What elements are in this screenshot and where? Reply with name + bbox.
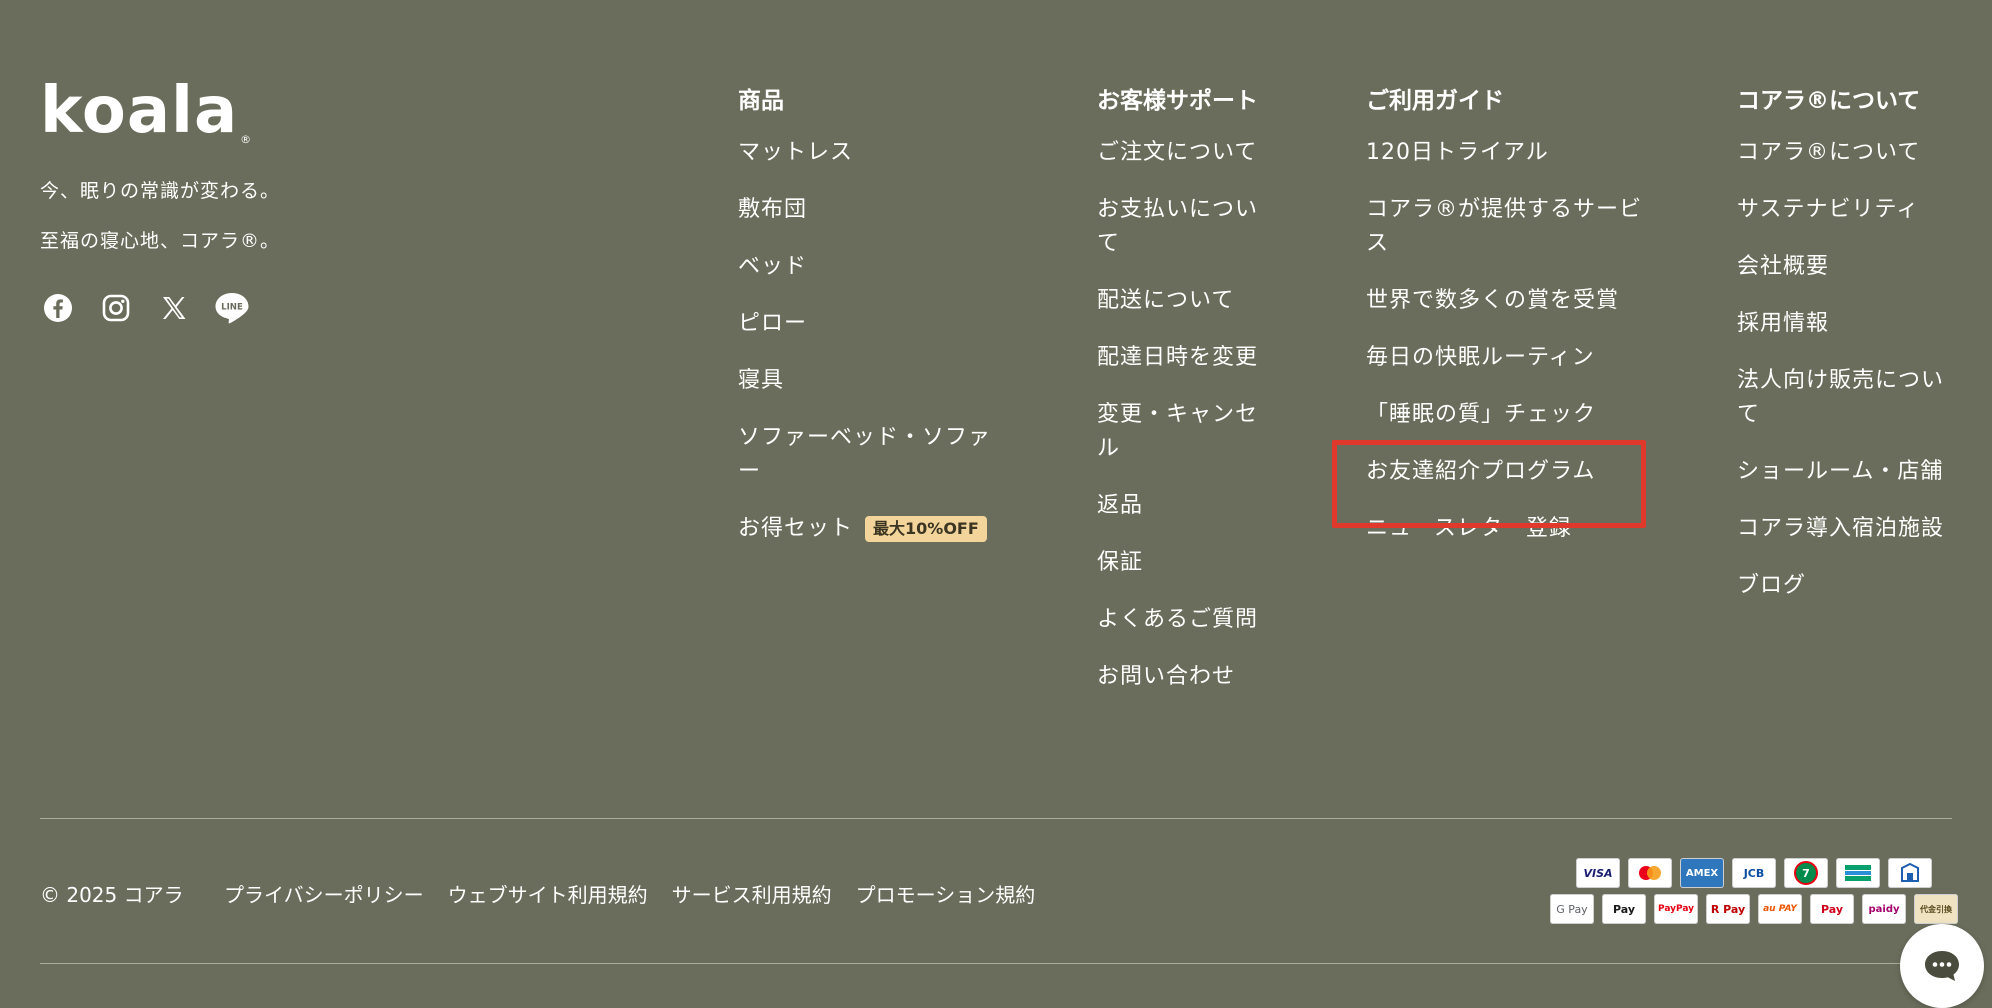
- link-returns[interactable]: 返品: [1097, 489, 1258, 523]
- facebook-icon[interactable]: [40, 290, 76, 326]
- x-icon[interactable]: [156, 290, 192, 326]
- link-payment[interactable]: お支払いについ て: [1097, 193, 1258, 261]
- google-pay-icon: G Pay: [1550, 894, 1594, 924]
- visa-label: VISA: [1583, 866, 1613, 880]
- link-blog[interactable]: ブログ: [1737, 569, 1944, 603]
- paidy-icon: paidy: [1862, 894, 1906, 924]
- link-bedding[interactable]: 寝具: [738, 364, 991, 398]
- link-sofa-bed[interactable]: ソファーベッド・ソファ ー: [738, 421, 991, 489]
- rakuten-pay-icon: R Pay: [1706, 894, 1750, 924]
- discount-badge: 最大10%OFF: [865, 516, 987, 542]
- link-awards[interactable]: 世界で数多くの賞を受賞: [1366, 284, 1642, 318]
- footer-divider-top: [40, 818, 1952, 819]
- mastercard-icon: [1628, 858, 1672, 888]
- column-title-guide: ご利用ガイド: [1366, 88, 1504, 114]
- amex-icon: AMEX: [1680, 858, 1724, 888]
- logo-wordmark: koala: [40, 74, 239, 148]
- tagline-1: 今、眠りの常識が変わる。: [40, 180, 281, 202]
- link-company[interactable]: 会社概要: [1737, 250, 1944, 284]
- seven-eleven-label: 7: [1794, 861, 1818, 885]
- jcb-label: JCB: [1743, 866, 1765, 880]
- cash-on-delivery-label: 代金引換: [1920, 904, 1952, 914]
- link-120-day-trial[interactable]: 120日トライアル: [1366, 136, 1642, 170]
- svg-text:LINE: LINE: [221, 303, 243, 313]
- footer-column-about: コアラ®について コアラ®について サステナビリティ 会社概要 採用情報 法人向…: [1737, 86, 1944, 626]
- link-change-delivery-date[interactable]: 配達日時を変更: [1097, 341, 1258, 375]
- copyright: © 2025 コアラ: [40, 883, 184, 907]
- column-title-about: コアラ®について: [1737, 88, 1921, 114]
- au-pay-icon: au PAY: [1758, 894, 1802, 924]
- chat-button[interactable]: [1900, 924, 1984, 1008]
- au-pay-label: au PAY: [1763, 904, 1797, 914]
- payment-methods-row-1: VISA AMEX JCB 7: [1576, 858, 1932, 888]
- apple-pay-icon: Pay: [1602, 894, 1646, 924]
- instagram-icon[interactable]: [98, 290, 134, 326]
- link-bed[interactable]: ベッド: [738, 250, 991, 284]
- line-icon[interactable]: LINE: [214, 290, 250, 326]
- link-bundle-set[interactable]: お得セット 最大10%OFF: [738, 512, 991, 546]
- link-services[interactable]: コアラ®が提供するサービ ス: [1366, 193, 1642, 261]
- link-hotels[interactable]: コアラ導入宿泊施設: [1737, 512, 1944, 546]
- merpay-label: Pay: [1820, 902, 1844, 916]
- link-contact[interactable]: お問い合わせ: [1097, 660, 1258, 694]
- bank-transfer-icon: [1836, 858, 1880, 888]
- footer-column-support: お客様サポート ご注文について お支払いについ て 配送について 配達日時を変更…: [1097, 86, 1258, 717]
- tagline-2: 至福の寝心地、コアラ®。: [40, 230, 281, 252]
- link-corporate-sales[interactable]: 法人向け販売につい て: [1737, 364, 1944, 432]
- payment-methods-row-2: G Pay Pay PayPay R Pay au PAY Pay paidy …: [1550, 894, 1958, 924]
- google-pay-label: G Pay: [1556, 902, 1588, 916]
- koala-logo[interactable]: koala ®: [40, 74, 251, 148]
- link-warranty[interactable]: 保証: [1097, 546, 1258, 580]
- paypay-icon: PayPay: [1654, 894, 1698, 924]
- link-pillow[interactable]: ピロー: [738, 307, 991, 341]
- merpay-icon: Pay: [1810, 894, 1854, 924]
- link-orders[interactable]: ご注文について: [1097, 136, 1258, 170]
- link-faq[interactable]: よくあるご質問: [1097, 603, 1258, 637]
- link-sustainability[interactable]: サステナビリティ: [1737, 193, 1944, 227]
- highlight-box: [1332, 440, 1646, 528]
- link-service-terms[interactable]: サービス利用規約: [672, 879, 832, 908]
- link-website-terms[interactable]: ウェブサイト利用規約: [448, 879, 648, 908]
- convenience-store-icon: [1888, 858, 1932, 888]
- rakuten-pay-label: R Pay: [1710, 902, 1746, 916]
- column-title-support: お客様サポート: [1097, 88, 1258, 114]
- jcb-icon: JCB: [1732, 858, 1776, 888]
- link-shipping[interactable]: 配送について: [1097, 284, 1258, 318]
- logo-registered-mark: ®: [240, 133, 252, 146]
- paypay-label: PayPay: [1657, 904, 1695, 914]
- apple-pay-label: Pay: [1612, 902, 1636, 916]
- link-futon[interactable]: 敷布団: [738, 193, 991, 227]
- link-promotion-terms[interactable]: プロモーション規約: [856, 879, 1036, 908]
- amex-label: AMEX: [1685, 867, 1719, 879]
- footer-divider-bottom: [40, 963, 1952, 964]
- link-mattress[interactable]: マットレス: [738, 136, 991, 170]
- link-careers[interactable]: 採用情報: [1737, 307, 1944, 341]
- link-about-koala[interactable]: コアラ®について: [1737, 136, 1944, 170]
- cash-on-delivery-icon: 代金引換: [1914, 894, 1958, 924]
- link-showroom[interactable]: ショールーム・店舗: [1737, 455, 1944, 489]
- social-links: LINE: [40, 290, 250, 326]
- visa-icon: VISA: [1576, 858, 1620, 888]
- link-sleep-quality-check[interactable]: 「睡眠の質」チェック: [1366, 398, 1642, 432]
- paidy-label: paidy: [1868, 903, 1900, 915]
- seven-eleven-icon: 7: [1784, 858, 1828, 888]
- link-change-cancel[interactable]: 変更・キャンセ ル: [1097, 398, 1258, 466]
- link-privacy-policy[interactable]: プライバシーポリシー: [224, 879, 424, 908]
- footer-column-products: 商品 マットレス 敷布団 ベッド ピロー 寝具 ソファーベッド・ソファ ー お得…: [738, 86, 991, 569]
- column-title-products: 商品: [738, 88, 784, 114]
- bundle-set-label: お得セット: [738, 516, 854, 541]
- chat-bubble-icon: [1925, 951, 1959, 981]
- legal-links: プライバシーポリシー ウェブサイト利用規約 サービス利用規約 プロモーション規約: [224, 879, 1035, 908]
- link-sleep-routine[interactable]: 毎日の快眠ルーティン: [1366, 341, 1642, 375]
